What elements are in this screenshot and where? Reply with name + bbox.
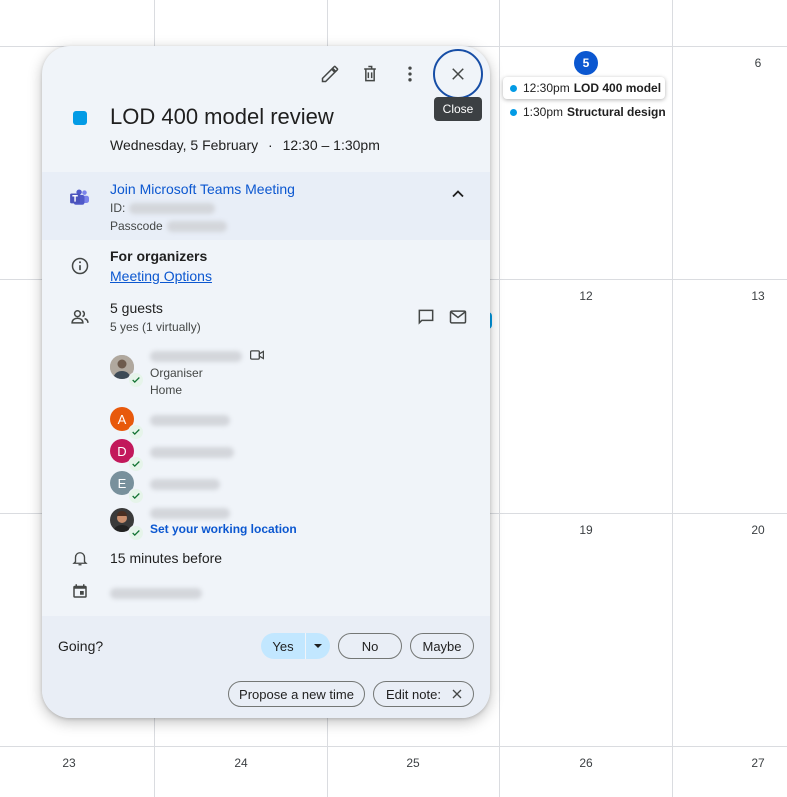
message-guests-button[interactable] bbox=[412, 303, 440, 331]
more-options-button[interactable] bbox=[396, 60, 424, 88]
guest-name bbox=[150, 505, 230, 523]
calendar-event-lod400[interactable]: 12:30pm LOD 400 model bbox=[503, 77, 665, 99]
reminder-text: 15 minutes before bbox=[110, 550, 223, 566]
event-title: LOD 400 model bbox=[573, 81, 662, 95]
grid-divider bbox=[0, 746, 787, 747]
date-time-separator: · bbox=[268, 137, 273, 153]
grid-divider bbox=[499, 0, 500, 797]
event-details-popup: LOD 400 model review Wednesday, 5 Februa… bbox=[42, 46, 490, 718]
day-number[interactable]: 19 bbox=[566, 523, 606, 537]
guest-e[interactable]: E bbox=[110, 471, 144, 504]
rsvp-yes-label: Yes bbox=[272, 638, 294, 654]
organiser-location: Home bbox=[150, 383, 183, 397]
redacted-text bbox=[129, 203, 216, 215]
accepted-check-icon bbox=[128, 488, 144, 504]
teams-icon bbox=[70, 189, 89, 205]
chevron-up-icon[interactable] bbox=[448, 184, 468, 204]
close-icon bbox=[452, 68, 464, 80]
chat-icon bbox=[418, 309, 434, 325]
close-button[interactable] bbox=[433, 49, 483, 99]
day-number[interactable]: 27 bbox=[738, 756, 778, 770]
day-number[interactable]: 6 bbox=[738, 56, 778, 70]
guest-name bbox=[150, 476, 220, 494]
guest-name bbox=[150, 348, 242, 366]
redacted-text bbox=[166, 221, 227, 233]
day-number[interactable]: 20 bbox=[738, 523, 778, 537]
join-teams-meeting-link[interactable]: Join Microsoft Teams Meeting bbox=[110, 181, 295, 197]
event-color-swatch bbox=[73, 111, 87, 125]
guest-count: 5 guests bbox=[110, 300, 163, 316]
email-guests-button[interactable] bbox=[444, 303, 472, 331]
grid-divider bbox=[672, 0, 673, 797]
guest-d[interactable]: D bbox=[110, 439, 144, 472]
teams-meeting-section: Join Microsoft Teams Meeting ID: Passcod… bbox=[42, 172, 490, 240]
people-icon bbox=[69, 306, 91, 328]
today-date-badge[interactable]: 5 bbox=[574, 51, 598, 75]
day-number[interactable]: 13 bbox=[738, 289, 778, 303]
edit-note-label: Edit note: bbox=[386, 686, 441, 702]
event-dot bbox=[510, 84, 517, 92]
rsvp-yes-button[interactable]: Yes bbox=[261, 633, 330, 659]
redacted-text bbox=[150, 508, 230, 520]
redacted-text bbox=[110, 588, 202, 600]
mail-icon bbox=[449, 310, 467, 324]
meeting-options-link[interactable]: Meeting Options bbox=[110, 268, 212, 284]
event-time: 12:30pm bbox=[523, 81, 570, 95]
edit-event-button[interactable] bbox=[316, 60, 344, 88]
bell-icon bbox=[69, 547, 91, 569]
redacted-text bbox=[150, 351, 242, 363]
close-tooltip: Close bbox=[434, 97, 482, 121]
accepted-check-icon bbox=[128, 424, 144, 440]
rsvp-maybe-button[interactable]: Maybe bbox=[410, 633, 474, 659]
calendar-event-structural[interactable]: 1:30pm Structural design bbox=[503, 101, 666, 123]
meeting-id: ID: bbox=[110, 201, 216, 215]
guest-summary: 5 yes (1 virtually) bbox=[110, 320, 201, 334]
rsvp-footer: Going? Yes No Maybe Propose a new time E… bbox=[42, 616, 490, 718]
accepted-check-icon bbox=[128, 372, 144, 388]
day-number[interactable]: 25 bbox=[393, 756, 433, 770]
calendar-icon bbox=[69, 580, 91, 602]
day-number[interactable]: 24 bbox=[221, 756, 261, 770]
edit-note-button[interactable]: Edit note: bbox=[373, 681, 474, 707]
organizers-heading: For organizers bbox=[110, 248, 208, 264]
dropdown-arrow-icon[interactable] bbox=[306, 634, 330, 658]
redacted-text bbox=[150, 479, 220, 491]
redacted-text bbox=[150, 447, 234, 459]
redacted-text bbox=[150, 415, 230, 427]
event-dot bbox=[510, 108, 517, 116]
organiser-role: Organiser bbox=[150, 366, 203, 380]
calendar-owner bbox=[110, 585, 202, 603]
event-time: 1:30pm bbox=[523, 105, 564, 119]
accepted-check-icon bbox=[128, 456, 144, 472]
close-icon[interactable] bbox=[451, 688, 463, 700]
accepted-check-icon bbox=[128, 525, 144, 541]
propose-new-time-button[interactable]: Propose a new time bbox=[228, 681, 365, 707]
event-time-range: 12:30 – 1:30pm bbox=[282, 137, 380, 153]
trash-icon bbox=[364, 65, 376, 82]
guest-self[interactable] bbox=[110, 508, 144, 541]
guest-name bbox=[150, 444, 234, 462]
day-number[interactable]: 23 bbox=[49, 756, 89, 770]
pencil-icon bbox=[321, 65, 339, 83]
guest-a[interactable]: A bbox=[110, 407, 144, 440]
going-label: Going? bbox=[58, 638, 104, 654]
day-number[interactable]: 12 bbox=[566, 289, 606, 303]
video-icon bbox=[250, 350, 264, 360]
meeting-id-label: ID: bbox=[110, 201, 126, 215]
rsvp-no-button[interactable]: No bbox=[338, 633, 402, 659]
event-date-time: Wednesday, 5 February · 12:30 – 1:30pm bbox=[110, 137, 380, 153]
meeting-passcode: Passcode bbox=[110, 219, 227, 233]
info-icon bbox=[69, 255, 91, 277]
more-vert-icon bbox=[408, 66, 412, 82]
meeting-passcode-label: Passcode bbox=[110, 219, 163, 233]
event-title: LOD 400 model review bbox=[110, 104, 334, 129]
delete-event-button[interactable] bbox=[356, 60, 384, 88]
set-working-location-link[interactable]: Set your working location bbox=[150, 522, 297, 536]
guest-name bbox=[150, 412, 230, 430]
event-date: Wednesday, 5 February bbox=[110, 137, 259, 153]
day-number[interactable]: 26 bbox=[566, 756, 606, 770]
guest-organiser[interactable] bbox=[110, 355, 144, 388]
event-title: Structural design bbox=[567, 105, 666, 119]
